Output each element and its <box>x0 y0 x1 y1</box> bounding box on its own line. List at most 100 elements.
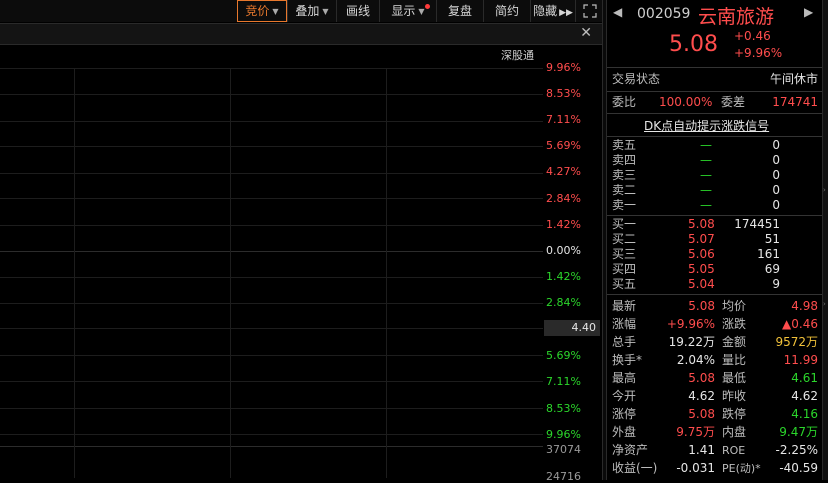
stat-label: 量比 <box>722 353 747 367</box>
order-level-label: 买三 <box>612 247 637 261</box>
order-price: 5.04 <box>688 277 715 291</box>
stat-value: 4.98 <box>791 299 818 313</box>
order-level-label: 卖五 <box>612 138 637 152</box>
stat-value: -2.25% <box>775 443 818 457</box>
display-label: 显示 <box>391 4 416 18</box>
overlay-label: 叠加 <box>295 4 320 18</box>
axis-label: 7.11% <box>546 113 581 126</box>
order-price: 5.06 <box>688 247 715 261</box>
stats-row: 涨幅 +9.96% 涨跌 ▲0.46 <box>607 317 822 332</box>
order-book-row: 卖三 — 0 <box>607 168 822 183</box>
order-level-label: 卖二 <box>612 183 637 197</box>
hide-label: 隐藏 <box>533 4 558 18</box>
order-book-row: 买五 5.04 9 <box>607 277 822 292</box>
side-strip[interactable]: › › <box>822 0 828 480</box>
draw-line-label: 画线 <box>345 4 370 18</box>
axis-label: 8.53% <box>546 402 581 415</box>
order-price: 5.07 <box>688 232 715 246</box>
chart-subheader: ✕ <box>0 23 602 45</box>
order-level-label: 卖一 <box>612 198 637 212</box>
order-volume: 9 <box>772 277 780 291</box>
stat-label: 跌停 <box>722 407 747 421</box>
axis-label: 0.00% <box>546 244 581 257</box>
stat-label: 涨停 <box>612 407 637 421</box>
order-volume: 51 <box>764 232 780 246</box>
stat-label: 涨跌 <box>722 317 747 331</box>
notification-dot-icon <box>425 4 430 9</box>
order-price: 5.05 <box>688 262 715 276</box>
order-price: — <box>700 153 712 167</box>
axis-label: 5.69% <box>546 349 581 362</box>
axis-label: 8.53% <box>546 87 581 100</box>
stat-value: -0.031 <box>676 461 715 475</box>
draw-line-button[interactable]: 画线 <box>336 0 379 22</box>
stat-label: 收益(一) <box>612 461 658 475</box>
simple-button[interactable]: 简约 <box>483 0 530 22</box>
prev-stock-icon[interactable]: ◀ <box>613 5 622 19</box>
display-button[interactable]: 显示 ▼ <box>379 0 436 22</box>
stat-label: 净资产 <box>612 443 649 457</box>
stat-value: 19.22万 <box>668 335 715 349</box>
chevron-down-icon: ▼ <box>272 6 279 16</box>
stat-label: 内盘 <box>722 425 747 439</box>
axis-label: 4.27% <box>546 165 581 178</box>
crosshair-price-box: 4.40 <box>544 320 600 336</box>
stock-name: 云南旅游 <box>698 6 775 28</box>
intraday-chart: 深股通 <box>0 44 543 480</box>
stat-value: 2.04% <box>676 353 715 367</box>
overlay-button[interactable]: 叠加 ▼ <box>287 0 336 22</box>
stats-row: 净资产 1.41 ROE -2.25% <box>607 443 822 458</box>
stat-label: 总手 <box>612 335 637 349</box>
order-price: — <box>700 198 712 212</box>
stock-code: 002059 <box>637 6 691 22</box>
order-volume: 0 <box>772 183 780 197</box>
stats-row: 收益(一) -0.031 PE(动)* -40.59 <box>607 461 822 476</box>
order-book-row: 买三 5.06 161 <box>607 247 822 262</box>
double-chevron-right-icon: ▶▶ <box>559 8 573 18</box>
order-level-label: 买二 <box>612 232 637 246</box>
order-book-row: 卖四 — 0 <box>607 153 822 168</box>
chevron-right-icon: › <box>823 300 826 308</box>
stat-value: 4.62 <box>791 389 818 403</box>
order-volume: 174451 <box>734 217 780 231</box>
order-volume: 0 <box>772 138 780 152</box>
stat-label: 今开 <box>612 389 637 403</box>
order-book-row: 买四 5.05 69 <box>607 262 822 277</box>
wei-bi-value: 100.00% <box>659 95 713 109</box>
stat-value: 11.99 <box>783 353 818 367</box>
status-label: 交易状态 <box>612 72 661 86</box>
trading-status-row: 交易状态 午间休市 <box>607 72 822 87</box>
axis-label: 9.96% <box>546 61 581 74</box>
stats-row: 涨停 5.08 跌停 4.16 <box>607 407 822 422</box>
volume-axis-label: 24716 <box>546 470 581 483</box>
axis-label: 5.69% <box>546 139 581 152</box>
order-ratio-row: 委比 100.00% 委差 174741 <box>607 95 822 110</box>
last-price: 5.08 <box>669 32 718 57</box>
stats-row: 外盘 9.75万 内盘 9.47万 <box>607 425 822 440</box>
axis-label: 2.84% <box>546 296 581 309</box>
replay-button[interactable]: 复盘 <box>436 0 483 22</box>
status-value: 午间休市 <box>769 72 818 86</box>
order-book-row: 买一 5.08 174451 <box>607 217 822 232</box>
stats-row: 总手 19.22万 金额 9572万 <box>607 335 822 350</box>
hide-button[interactable]: 隐藏 ▶▶ <box>530 0 575 22</box>
simple-label: 简约 <box>494 4 519 18</box>
axis-label: 1.42% <box>546 218 581 231</box>
auction-button[interactable]: 竞价 ▼ <box>237 0 287 22</box>
axis-label: 7.11% <box>546 375 581 388</box>
stat-label: 均价 <box>722 299 747 313</box>
order-book-row: 买二 5.07 51 <box>607 232 822 247</box>
order-volume: 69 <box>764 262 780 276</box>
next-stock-icon[interactable]: ▶ <box>804 5 813 19</box>
stat-value: 4.61 <box>791 371 818 385</box>
stat-value: 5.08 <box>688 371 715 385</box>
price-change-pct: +9.96% <box>734 46 783 60</box>
signal-link[interactable]: DK点自动提示涨跌信号 <box>644 117 769 134</box>
replay-label: 复盘 <box>447 4 472 18</box>
stat-value: 4.16 <box>791 407 818 421</box>
chevron-down-icon: ▼ <box>418 6 425 16</box>
stat-value: 1.41 <box>688 443 715 457</box>
close-icon[interactable]: ✕ <box>580 25 592 41</box>
fullscreen-button[interactable] <box>575 0 603 22</box>
order-book-row: 卖二 — 0 <box>607 183 822 198</box>
